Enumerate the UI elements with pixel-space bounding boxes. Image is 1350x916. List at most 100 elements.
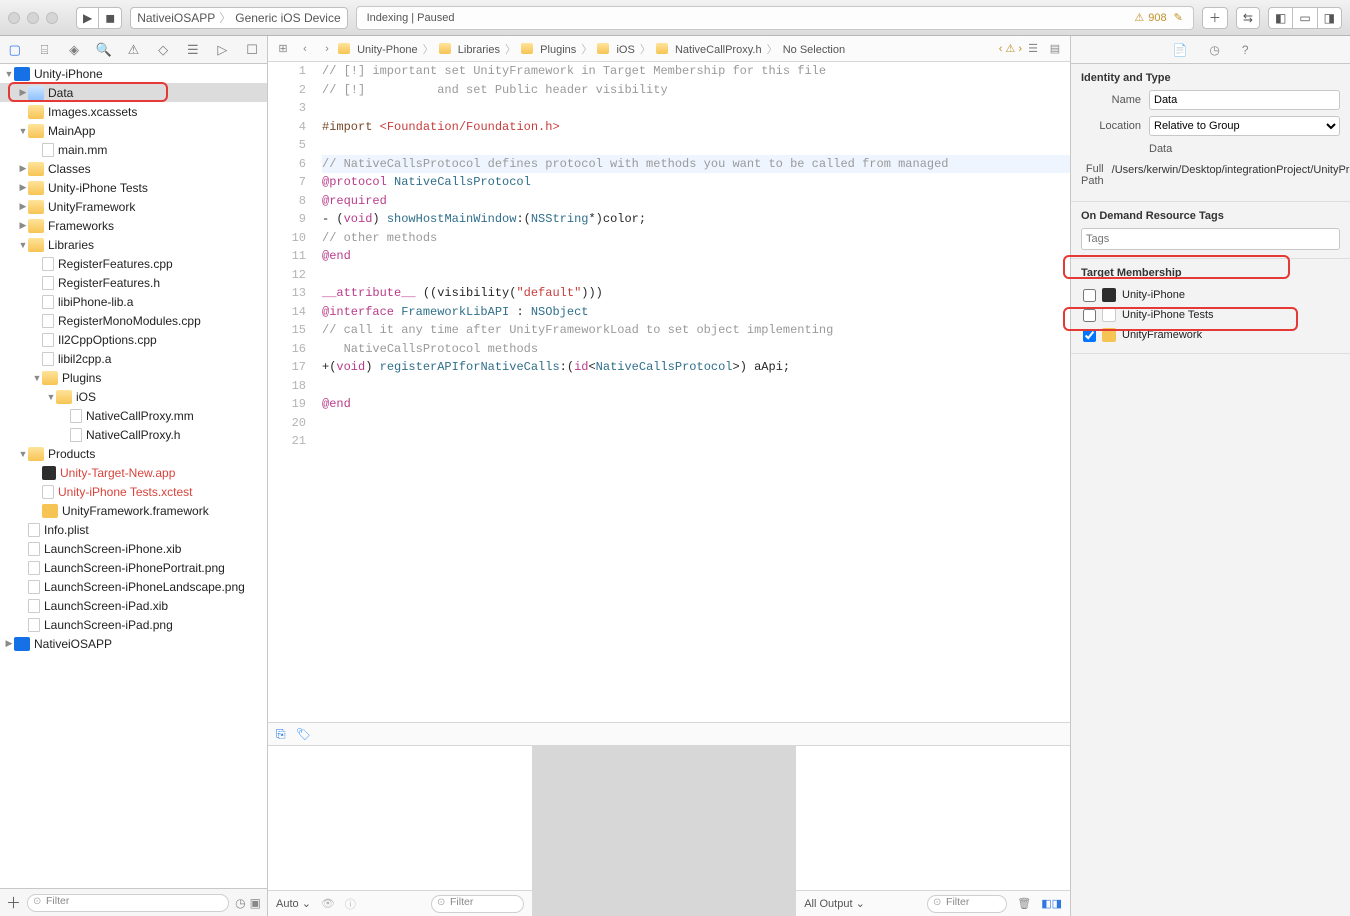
tree-item[interactable]: libil2cpp.a [0, 349, 267, 368]
stop-button[interactable]: ◼ [98, 7, 122, 29]
tree-item[interactable]: Unity-iPhone Tests.xctest [0, 482, 267, 501]
quicklook-icon[interactable]: 👁 [321, 897, 335, 910]
project-tree[interactable]: ▼Unity-iPhone▶DataImages.xcassets▼MainAp… [0, 64, 267, 888]
add-button[interactable]: ＋ [1202, 7, 1228, 29]
tm-row[interactable]: Unity-iPhone Tests [1081, 305, 1340, 325]
target-icon [1102, 288, 1116, 302]
adjust-editor-icon[interactable]: ▤ [1044, 42, 1066, 55]
history-inspector-icon[interactable]: ◷ [1209, 43, 1219, 57]
filter-input[interactable]: Filter [27, 894, 229, 912]
recent-filter-icon[interactable]: ◷ [235, 896, 245, 910]
nav-fwd-icon[interactable]: › [316, 43, 338, 55]
tree-item[interactable]: ▼MainApp [0, 121, 267, 140]
minimap-icon[interactable]: ☰ [1022, 42, 1044, 55]
inspector-tabs[interactable]: 📄 ◷ ? [1071, 36, 1350, 64]
variables-view[interactable]: Auto ⌄ 👁 ⓘ Filter [268, 746, 532, 916]
tree-item[interactable]: ▼Libraries [0, 235, 267, 254]
odr-title: On Demand Resource Tags [1081, 210, 1340, 222]
breadcrumb-path[interactable]: Unity-Phone 〉 Libraries 〉 Plugins 〉 iOS … [338, 41, 845, 57]
tree-item[interactable]: Il2CppOptions.cpp [0, 330, 267, 349]
tree-item[interactable]: libiPhone-lib.a [0, 292, 267, 311]
tree-item[interactable]: RegisterMonoModules.cpp [0, 311, 267, 330]
nav-back-icon[interactable]: ‹ [294, 43, 316, 55]
scheme-selector[interactable]: NativeiOSAPP 〉 Generic iOS Device [130, 7, 347, 29]
tab-test-icon[interactable]: ◇ [154, 42, 172, 58]
tab-source-control-icon[interactable]: ⌸ [35, 42, 53, 58]
name-field[interactable] [1149, 90, 1340, 110]
tree-item[interactable]: ▼Unity-iPhone [0, 64, 267, 83]
breakpoint-toggle-icon[interactable]: ⎘ [276, 727, 286, 742]
tree-item[interactable]: Images.xcassets [0, 102, 267, 121]
output-scope[interactable]: All Output ⌄ [804, 897, 865, 910]
tree-item[interactable]: LaunchScreen-iPad.png [0, 615, 267, 634]
tree-item[interactable]: ▼Products [0, 444, 267, 463]
code-review-button[interactable]: ⇆ [1236, 7, 1260, 29]
tab-breakpoint-icon[interactable]: ▷ [213, 42, 231, 58]
tree-item[interactable]: UnityFramework.framework [0, 501, 267, 520]
file-inspector-icon[interactable]: 📄 [1172, 43, 1187, 57]
breadcrumb-bar[interactable]: ⊞ ‹ › Unity-Phone 〉 Libraries 〉 Plugins … [268, 36, 1070, 62]
location-select[interactable]: Relative to Group [1149, 116, 1340, 136]
tag-icon[interactable]: 🏷 [296, 727, 311, 741]
tm-checkbox[interactable] [1083, 289, 1096, 302]
toggle-navigator[interactable]: ◧ [1268, 7, 1292, 29]
tree-item[interactable]: ▶NativeiOSAPP [0, 634, 267, 653]
toggle-debug[interactable]: ▭ [1292, 7, 1316, 29]
debug-toolbar[interactable]: ⎘ 🏷 [268, 722, 1070, 746]
tree-item[interactable]: NativeCallProxy.mm [0, 406, 267, 425]
tree-item[interactable]: ▶Unity-iPhone Tests [0, 178, 267, 197]
navigator-tabs[interactable]: ▢ ⌸ ◈ 🔍 ⚠ ◇ ☰ ▷ ☐ [0, 36, 267, 64]
tree-item[interactable]: Info.plist [0, 520, 267, 539]
vars-filter[interactable]: Filter [431, 895, 524, 913]
tm-checkbox[interactable] [1083, 329, 1096, 342]
tree-item[interactable]: LaunchScreen-iPad.xib [0, 596, 267, 615]
tm-checkbox[interactable] [1083, 309, 1096, 322]
panel-toggle-icon[interactable]: ◧◨ [1041, 897, 1062, 910]
tree-item[interactable]: ▼iOS [0, 387, 267, 406]
scm-filter-icon[interactable]: ▣ [250, 896, 261, 910]
code-editor[interactable]: 123456789101112131415161718192021 // [!]… [268, 62, 1070, 722]
tree-item[interactable]: ▶UnityFramework [0, 197, 267, 216]
tab-symbol-icon[interactable]: ◈ [65, 42, 83, 58]
tags-field[interactable] [1081, 228, 1340, 250]
right-tools: ＋ ⇆ ◧ ▭ ◨ [1202, 7, 1342, 29]
tree-item[interactable]: Unity-Target-New.app [0, 463, 267, 482]
print-desc-icon[interactable]: ⓘ [345, 896, 356, 912]
tree-item[interactable]: ▶Classes [0, 159, 267, 178]
toggle-inspector[interactable]: ◨ [1317, 7, 1342, 29]
tree-item[interactable]: RegisterFeatures.cpp [0, 254, 267, 273]
tab-issue-icon[interactable]: ⚠ [124, 42, 142, 58]
tree-item[interactable]: RegisterFeatures.h [0, 273, 267, 292]
tree-item[interactable]: ▶Frameworks [0, 216, 267, 235]
tm-row[interactable]: Unity-iPhone [1081, 285, 1340, 305]
tab-find-icon[interactable]: 🔍 [95, 42, 113, 58]
console-filter[interactable]: Filter [927, 895, 1007, 913]
related-items-icon[interactable]: ⊞ [272, 42, 294, 55]
target-icon [1102, 308, 1116, 322]
window-controls[interactable] [8, 12, 58, 24]
tree-item[interactable]: LaunchScreen-iPhone.xib [0, 539, 267, 558]
debug-area: Auto ⌄ 👁 ⓘ Filter All Output ⌄ Filter 🗑 … [268, 746, 1070, 916]
tab-report-icon[interactable]: ☐ [243, 42, 261, 58]
issues-jump-icon[interactable]: ‹ ⚠ › [999, 42, 1022, 55]
tree-item[interactable]: LaunchScreen-iPhonePortrait.png [0, 558, 267, 577]
tab-project-icon[interactable]: ▢ [6, 42, 24, 58]
navigator-panel: ▢ ⌸ ◈ 🔍 ⚠ ◇ ☰ ▷ ☐ ▼Unity-iPhone▶DataImag… [0, 36, 268, 916]
tree-item[interactable]: ▼Plugins [0, 368, 267, 387]
tree-item[interactable]: LaunchScreen-iPhoneLandscape.png [0, 577, 267, 596]
target-membership-panel: Target Membership Unity-iPhone Unity-iPh… [1071, 259, 1350, 354]
navigator-footer: ＋ Filter ◷ ▣ [0, 888, 267, 916]
trash-icon[interactable]: 🗑 [1017, 897, 1031, 910]
help-inspector-icon[interactable]: ? [1242, 43, 1249, 57]
tab-debug-icon[interactable]: ☰ [184, 42, 202, 58]
warning-badge[interactable]: ⚠ 908 ✎ [1134, 11, 1183, 24]
tm-row[interactable]: UnityFramework [1081, 325, 1340, 345]
tree-item[interactable]: NativeCallProxy.h [0, 425, 267, 444]
tree-item[interactable]: ▶Data [0, 83, 267, 102]
auto-scope[interactable]: Auto ⌄ [276, 897, 311, 910]
run-button[interactable]: ▶ [76, 7, 98, 29]
identity-title: Identity and Type [1081, 72, 1340, 84]
tree-item[interactable]: main.mm [0, 140, 267, 159]
add-file-button[interactable]: ＋ [6, 892, 21, 913]
console-view[interactable]: All Output ⌄ Filter 🗑 ◧◨ [796, 746, 1070, 916]
